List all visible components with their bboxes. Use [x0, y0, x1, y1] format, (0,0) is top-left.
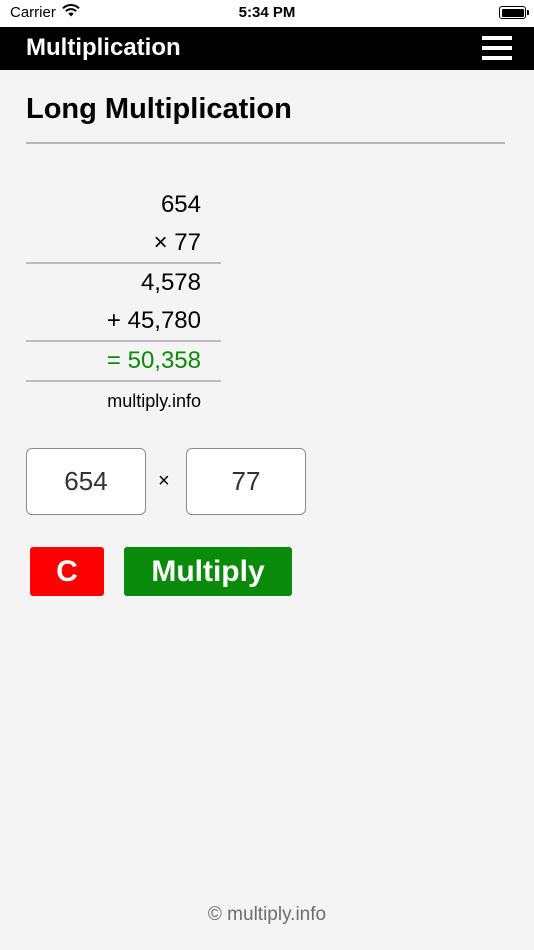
long-multiplication-worksheet: 654 × 77 4,578 + 45,780 = 50,358 multipl…: [26, 186, 221, 412]
multiplier: × 77: [153, 229, 201, 256]
calc-brand: multiply.info: [107, 391, 201, 411]
status-bar: Carrier 5:34 PM: [0, 0, 534, 27]
second-number-input[interactable]: [186, 448, 306, 515]
app-title: Multiplication: [26, 34, 181, 61]
battery-icon: [499, 6, 529, 19]
partial-product: 4,578: [140, 269, 201, 296]
clear-button[interactable]: C: [30, 547, 104, 596]
footer-copyright: © multiply.info: [207, 904, 327, 925]
status-time: 5:34 PM: [238, 4, 296, 21]
calc-divider: [26, 380, 221, 382]
times-sign: ×: [158, 470, 170, 492]
multiply-button[interactable]: Multiply: [124, 547, 292, 596]
hamburger-menu-icon[interactable]: [482, 36, 512, 61]
title-divider: [26, 142, 505, 144]
first-number-input[interactable]: [26, 448, 146, 515]
partial-product: + 45,780: [106, 307, 201, 334]
battery-level: [501, 8, 524, 17]
calc-result: = 50,358: [106, 347, 201, 374]
page-title: Long Multiplication: [26, 93, 292, 125]
multiplicand: 654: [160, 191, 201, 218]
app-header: Multiplication: [0, 27, 534, 70]
